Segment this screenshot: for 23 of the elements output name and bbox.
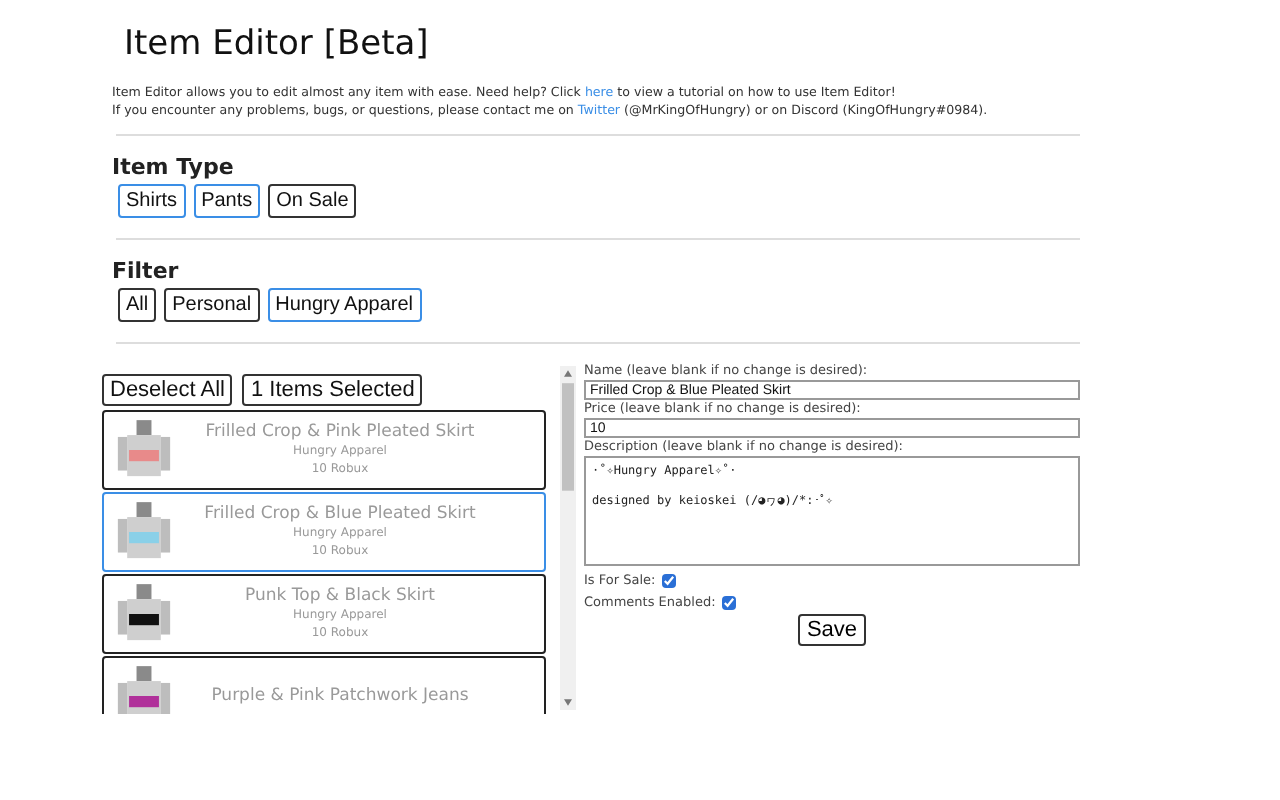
clothing-thumbnail-icon bbox=[116, 418, 172, 482]
comments-checkbox[interactable] bbox=[721, 595, 736, 609]
item-name: Punk Top & Black Skirt bbox=[243, 586, 437, 606]
page-title: Item Editor [Beta] bbox=[124, 24, 431, 64]
item-type-toggle[interactable]: Pants bbox=[193, 184, 261, 218]
item-name: Purple & Pink Patchwork Jeans bbox=[209, 686, 471, 706]
item-type-toggle[interactable]: On Sale bbox=[268, 184, 357, 218]
selection-count-button[interactable]: 1 Items Selected bbox=[242, 374, 423, 406]
save-button[interactable]: Save bbox=[798, 614, 866, 646]
scrollbar[interactable] bbox=[560, 366, 576, 710]
item-name: Frilled Crop & Pink Pleated Skirt bbox=[203, 422, 477, 442]
for-sale-checkbox[interactable] bbox=[661, 573, 676, 587]
clothing-thumbnail-icon bbox=[116, 500, 172, 564]
clothing-thumbnail-icon bbox=[116, 582, 172, 646]
item-type-toggle[interactable]: Shirts bbox=[118, 184, 186, 218]
section-heading: Filter bbox=[112, 258, 181, 284]
section-heading: Item Type bbox=[112, 154, 236, 180]
deselect-all-button[interactable]: Deselect All bbox=[102, 374, 233, 406]
filter-toggle[interactable]: Personal bbox=[164, 288, 260, 322]
filter-toggle[interactable]: All bbox=[118, 288, 157, 322]
filter-toggle[interactable]: Hungry Apparel bbox=[267, 288, 422, 322]
item-name: Frilled Crop & Blue Pleated Skirt bbox=[202, 504, 478, 524]
clothing-thumbnail-icon bbox=[116, 664, 172, 714]
